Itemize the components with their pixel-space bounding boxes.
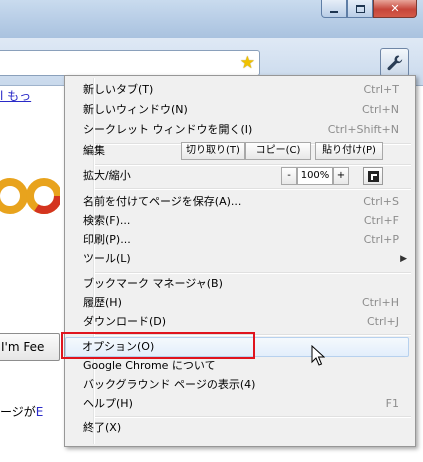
menu-item-new-window[interactable]: 新しいウィンドウ(N) Ctrl+N <box>67 100 413 120</box>
maximize-button[interactable] <box>347 0 373 18</box>
top-links[interactable]: l もっ <box>0 87 31 104</box>
menu-item-shortcut: Ctrl+T <box>363 83 399 96</box>
page-text: ージがE <box>0 403 43 420</box>
menu-item-bookmark-manager[interactable]: ブックマーク マネージャ(B) <box>67 274 413 294</box>
paste-button[interactable]: 貼り付け(P) <box>315 142 383 160</box>
menu-item-label: ダウンロード(D) <box>83 315 167 328</box>
menu-item-shortcut: Ctrl+P <box>363 233 399 246</box>
copy-button[interactable]: コピー(C) <box>245 142 311 160</box>
close-button[interactable]: ✕ <box>373 0 417 18</box>
menu-item-label: 終了(X) <box>83 421 122 434</box>
menu-item-shortcut: F1 <box>385 397 399 410</box>
menu-item-save-page[interactable]: 名前を付けてページを保存(A)... Ctrl+S <box>67 192 413 212</box>
menu-item-find[interactable]: 検索(F)... Ctrl+F <box>67 211 413 231</box>
menu-item-history[interactable]: 履歴(H) Ctrl+H <box>67 293 413 313</box>
menu-item-shortcut: Ctrl+S <box>363 195 399 208</box>
page-text-link[interactable]: E <box>36 405 44 419</box>
menu-item-label: ツール(L) <box>83 252 131 265</box>
menu-item-shortcut: Ctrl+H <box>361 296 399 309</box>
menu-item-help[interactable]: ヘルプ(H) F1 <box>67 394 413 414</box>
menu-item-label: 名前を付けてページを保存(A)... <box>83 195 242 208</box>
fullscreen-icon <box>367 170 379 182</box>
fullscreen-button[interactable] <box>363 167 383 185</box>
minimize-icon <box>330 10 338 13</box>
menu-item-label: 新しいタブ(T) <box>83 83 154 96</box>
menu-item-label: Google Chrome について <box>83 359 216 372</box>
menu-item-shortcut: Ctrl+N <box>361 103 399 116</box>
menu-item-label: ブックマーク マネージャ(B) <box>83 277 223 290</box>
edit-row-label: 編集 <box>83 144 105 157</box>
annotation-highlight <box>61 332 255 359</box>
mouse-cursor-icon <box>311 345 325 366</box>
menu-item-exit[interactable]: 終了(X) <box>67 418 413 438</box>
menu-item-incognito[interactable]: シークレット ウィンドウを開く(I) Ctrl+Shift+N <box>67 120 413 140</box>
minimize-button[interactable] <box>321 0 347 18</box>
im-feeling-lucky-button[interactable]: I'm Fee <box>0 333 60 361</box>
zoom-in-button[interactable]: + <box>333 167 349 185</box>
address-bar[interactable]: ★ <box>0 50 260 76</box>
menu-item-label: シークレット ウィンドウを開く(I) <box>83 123 253 136</box>
menu-item-about-chrome[interactable]: Google Chrome について <box>67 356 413 376</box>
menu-item-tools[interactable]: ツール(L) ▶ <box>67 249 413 269</box>
menu-item-label: 印刷(P)... <box>83 233 131 246</box>
menu-item-label: バックグラウンド ページの表示(4) <box>83 378 256 391</box>
wrench-menu-button[interactable] <box>380 48 409 77</box>
menu-item-downloads[interactable]: ダウンロード(D) Ctrl+J <box>67 312 413 332</box>
google-logo <box>0 166 60 226</box>
menu-item-label: ヘルプ(H) <box>83 397 133 410</box>
zoom-row-label: 拡大/縮小 <box>83 169 131 182</box>
window-frame: ✕ <box>0 0 423 38</box>
menu-item-shortcut: Ctrl+F <box>363 214 399 227</box>
cut-button[interactable]: 切り取り(T) <box>181 142 245 160</box>
maximize-icon <box>355 4 365 13</box>
submenu-arrow-icon: ▶ <box>400 254 407 264</box>
menu-item-shortcut: Ctrl+Shift+N <box>327 123 399 136</box>
close-icon: ✕ <box>390 2 400 15</box>
page-text-prefix: ージが <box>0 405 36 419</box>
zoom-out-button[interactable]: - <box>281 167 297 185</box>
zoom-level: 100% <box>297 167 333 185</box>
menu-item-print[interactable]: 印刷(P)... Ctrl+P <box>67 230 413 250</box>
window-controls: ✕ <box>321 0 417 18</box>
menu-item-label: 新しいウィンドウ(N) <box>83 103 188 116</box>
menu-item-shortcut: Ctrl+J <box>366 315 399 328</box>
menu-item-new-tab[interactable]: 新しいタブ(T) Ctrl+T <box>67 80 413 100</box>
star-icon[interactable]: ★ <box>240 52 255 74</box>
wrench-icon <box>387 55 402 70</box>
menu-item-background-pages[interactable]: バックグラウンド ページの表示(4) <box>67 375 413 395</box>
menu-separator <box>95 188 411 190</box>
menu-item-label: 検索(F)... <box>83 214 131 227</box>
wrench-menu: 新しいタブ(T) Ctrl+T 新しいウィンドウ(N) Ctrl+N シークレット … <box>64 75 416 447</box>
menu-item-label: 履歴(H) <box>83 296 122 309</box>
